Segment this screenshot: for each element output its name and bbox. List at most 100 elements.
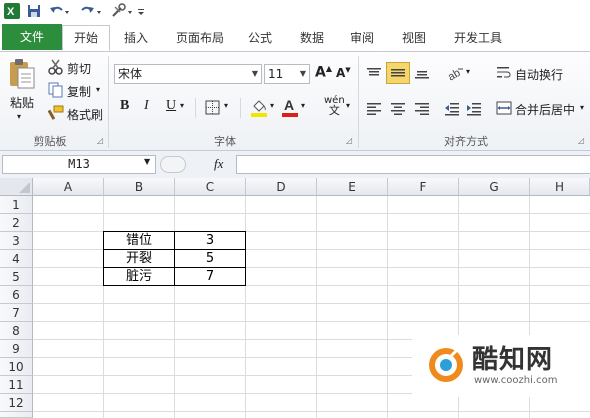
- decrease-font-size-icon[interactable]: A▼: [336, 66, 351, 80]
- phonetic-guide-icon[interactable]: wén 文: [324, 96, 345, 117]
- increase-indent-icon[interactable]: [466, 102, 482, 116]
- decrease-indent-icon[interactable]: [444, 102, 460, 116]
- row-header-4[interactable]: 4: [0, 250, 33, 268]
- font-name-combo[interactable]: 宋体 ▼: [114, 64, 262, 84]
- align-right-icon[interactable]: [414, 102, 430, 116]
- column-header-e[interactable]: E: [317, 178, 388, 196]
- row-header-5[interactable]: 5: [0, 268, 33, 286]
- gridline: [33, 321, 590, 322]
- redo-icon[interactable]: [78, 3, 102, 19]
- ribbon-home: 粘贴 ▾ 剪切 复制 ▾ 格式刷 剪贴板 ◿ 宋体 ▼ 11 ▼ A▲ A▼ B…: [0, 52, 590, 151]
- font-color-icon[interactable]: A: [281, 97, 299, 118]
- copy-button[interactable]: 复制: [67, 83, 91, 100]
- italic-button[interactable]: I: [144, 98, 149, 114]
- clipboard-launcher-icon[interactable]: ◿: [97, 136, 103, 145]
- qat-dropdown-icon[interactable]: [136, 3, 146, 19]
- column-header-c[interactable]: C: [175, 178, 246, 196]
- cell-c3[interactable]: 3: [175, 232, 245, 250]
- column-header-a[interactable]: A: [33, 178, 104, 196]
- paste-dropdown-icon[interactable]: ▾: [17, 112, 21, 121]
- underline-button[interactable]: U: [166, 98, 176, 114]
- row-header-11[interactable]: 11: [0, 376, 33, 394]
- customize-tools-icon[interactable]: [110, 3, 134, 19]
- tab-file[interactable]: 文件: [2, 24, 62, 50]
- format-painter-button[interactable]: 格式刷: [67, 106, 103, 123]
- cell-b5[interactable]: 脏污: [104, 268, 174, 286]
- cell-b3[interactable]: 错位: [104, 232, 174, 250]
- formula-input[interactable]: [236, 155, 590, 174]
- gridline: [33, 411, 590, 412]
- column-header-b[interactable]: B: [104, 178, 175, 196]
- borders-dropdown-icon[interactable]: ▾: [224, 101, 228, 110]
- scissors-icon: [48, 59, 64, 75]
- merge-dropdown-icon[interactable]: ▾: [580, 103, 584, 112]
- name-box-dropdown-icon[interactable]: ▼: [144, 157, 150, 166]
- tab-view[interactable]: 视图: [394, 26, 434, 50]
- fill-color-dropdown-icon[interactable]: ▾: [270, 101, 274, 110]
- font-color-dropdown-icon[interactable]: ▾: [301, 101, 305, 110]
- select-all-corner[interactable]: [0, 178, 33, 196]
- row-header-3[interactable]: 3: [0, 232, 33, 250]
- column-header-h[interactable]: H: [530, 178, 590, 196]
- tab-review[interactable]: 审阅: [342, 26, 382, 50]
- row-header-8[interactable]: 8: [0, 322, 33, 340]
- row-header-12[interactable]: 12: [0, 394, 33, 412]
- alignment-launcher-icon[interactable]: ◿: [578, 136, 584, 145]
- copy-icon: [48, 82, 64, 98]
- tab-insert[interactable]: 插入: [116, 26, 156, 50]
- tab-developer[interactable]: 开发工具: [446, 26, 510, 50]
- borders-icon[interactable]: [205, 100, 221, 116]
- name-box[interactable]: M13: [2, 155, 156, 174]
- row-header-6[interactable]: 6: [0, 286, 33, 304]
- formula-bar-splitter[interactable]: [160, 156, 186, 173]
- row-header-9[interactable]: 9: [0, 340, 33, 358]
- column-header-g[interactable]: G: [459, 178, 530, 196]
- align-bottom-icon[interactable]: [414, 66, 430, 80]
- align-left-icon[interactable]: [366, 102, 382, 116]
- row-header-7[interactable]: 7: [0, 304, 33, 322]
- cell-c5[interactable]: 7: [175, 268, 245, 286]
- paste-icon[interactable]: [6, 56, 38, 90]
- paste-button[interactable]: 粘贴: [10, 94, 34, 111]
- inline-divider: [240, 98, 241, 118]
- column-header-f[interactable]: F: [388, 178, 459, 196]
- cell-c4[interactable]: 5: [175, 250, 245, 268]
- chevron-down-icon[interactable]: ▼: [300, 65, 306, 83]
- align-center-icon[interactable]: [390, 102, 406, 116]
- increase-font-size-icon[interactable]: A▲: [315, 64, 332, 81]
- orientation-dropdown-icon[interactable]: ▾: [466, 67, 470, 76]
- orientation-icon[interactable]: ab: [446, 65, 466, 83]
- excel-logo-icon[interactable]: X: [4, 3, 20, 19]
- cut-button[interactable]: 剪切: [67, 60, 91, 77]
- merge-center-button[interactable]: 合并后居中: [515, 101, 575, 118]
- column-header-d[interactable]: D: [246, 178, 317, 196]
- phonetic-dropdown-icon[interactable]: ▾: [346, 101, 350, 110]
- wrap-text-icon: [496, 65, 512, 81]
- tab-formulas[interactable]: 公式: [242, 26, 278, 50]
- row-header-1[interactable]: 1: [0, 196, 33, 214]
- wrap-text-button[interactable]: 自动换行: [515, 66, 563, 83]
- align-middle-icon[interactable]: [386, 62, 410, 84]
- merge-center-icon: [496, 100, 512, 116]
- font-size-combo[interactable]: 11 ▼: [264, 64, 310, 84]
- row-header-2[interactable]: 2: [0, 214, 33, 232]
- row-header-13[interactable]: [0, 412, 33, 418]
- tab-data[interactable]: 数据: [292, 26, 332, 50]
- row-header-10[interactable]: 10: [0, 358, 33, 376]
- undo-icon[interactable]: [48, 3, 70, 19]
- save-icon[interactable]: [26, 3, 42, 19]
- fill-color-icon[interactable]: [250, 98, 268, 118]
- underline-dropdown-icon[interactable]: ▾: [180, 101, 184, 110]
- font-launcher-icon[interactable]: ◿: [346, 136, 352, 145]
- bold-button[interactable]: B: [120, 98, 129, 114]
- gridline: [33, 303, 590, 304]
- chevron-down-icon[interactable]: ▼: [252, 65, 258, 83]
- tab-page-layout[interactable]: 页面布局: [168, 26, 232, 50]
- cell-b4[interactable]: 开裂: [104, 250, 174, 268]
- align-top-icon[interactable]: [366, 66, 382, 80]
- tab-home[interactable]: 开始: [62, 25, 110, 51]
- insert-function-icon[interactable]: fx: [214, 156, 223, 172]
- gridline: [174, 196, 175, 418]
- copy-dropdown-icon[interactable]: ▾: [96, 85, 100, 94]
- alignment-group-label: 对齐方式: [444, 135, 488, 148]
